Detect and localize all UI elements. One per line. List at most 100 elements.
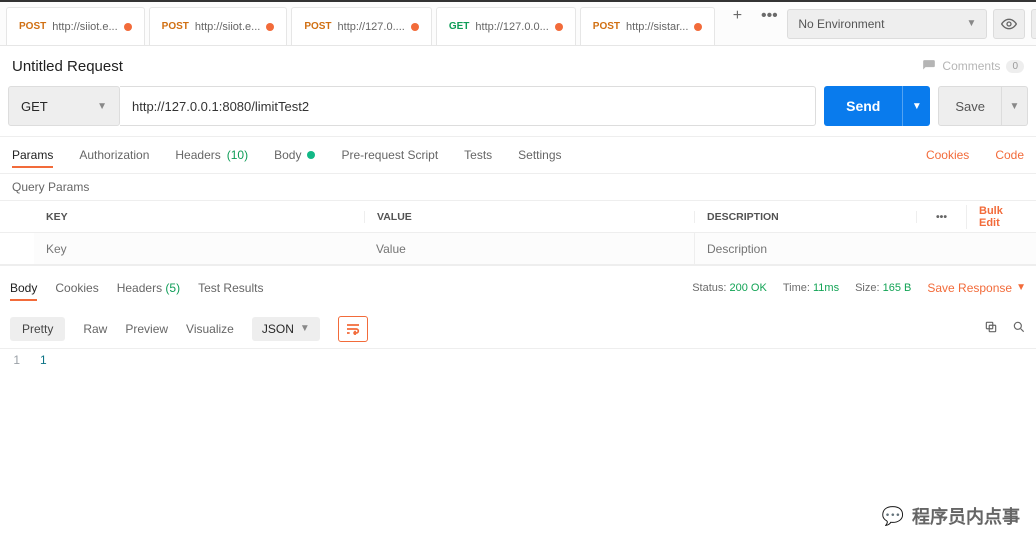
param-key-input[interactable]: [34, 233, 364, 264]
copy-icon: [984, 320, 998, 334]
body-label: Body: [274, 148, 301, 162]
environment-dropdown[interactable]: No Environment ▼: [787, 9, 987, 39]
tab-authorization[interactable]: Authorization: [79, 144, 149, 166]
method-label: POST: [162, 21, 189, 32]
view-visualize[interactable]: Visualize: [186, 322, 234, 336]
tab-body[interactable]: Body: [274, 144, 315, 166]
new-tab-button[interactable]: +: [723, 2, 751, 30]
body-indicator-icon: [307, 151, 315, 159]
resp-tab-body[interactable]: Body: [10, 277, 37, 299]
tab-headers[interactable]: Headers (10): [175, 144, 248, 166]
request-name[interactable]: Untitled Request: [12, 58, 123, 75]
tab-1[interactable]: POST http://siiot.e...: [149, 7, 288, 45]
tab-params[interactable]: Params: [12, 144, 53, 166]
tab-url: http://siiot.e...: [195, 21, 260, 33]
request-tabs: POST http://siiot.e... POST http://siiot…: [6, 2, 783, 45]
tab-overflow-button[interactable]: •••: [755, 2, 783, 30]
status-label: Status:: [692, 282, 726, 294]
view-preview[interactable]: Preview: [125, 322, 168, 336]
method-label: POST: [304, 21, 331, 32]
eye-icon: [1001, 16, 1017, 32]
copy-response-button[interactable]: [984, 320, 998, 337]
time-label: Time:: [783, 282, 810, 294]
format-dropdown[interactable]: JSON ▼: [252, 317, 320, 341]
view-raw[interactable]: Raw: [83, 322, 107, 336]
response-tabs: Body Cookies Headers (5) Test Results St…: [0, 265, 1036, 309]
response-body[interactable]: 11: [0, 349, 1036, 372]
params-more-button[interactable]: •••: [916, 211, 966, 223]
comments-count: 0: [1006, 60, 1024, 73]
params-header-row: KEY VALUE DESCRIPTION ••• Bulk Edit: [0, 201, 1036, 233]
cookies-link[interactable]: Cookies: [926, 148, 969, 162]
watermark-text: 程序员内点事: [912, 503, 1020, 529]
response-content: 1: [40, 353, 47, 367]
tab-2[interactable]: POST http://127.0....: [291, 7, 432, 45]
resp-headers-count: (5): [165, 281, 180, 295]
search-response-button[interactable]: [1012, 320, 1026, 337]
comments-button[interactable]: Comments 0: [922, 59, 1024, 73]
wrap-lines-button[interactable]: [338, 316, 368, 342]
chevron-down-icon: ▼: [1010, 101, 1020, 112]
wechat-icon: 💬: [882, 506, 904, 527]
tab-0[interactable]: POST http://siiot.e...: [6, 7, 145, 45]
tab-settings[interactable]: Settings: [518, 144, 561, 166]
dirty-dot-icon: [266, 23, 274, 31]
environment-controls: No Environment ▼: [783, 9, 1036, 39]
col-key: KEY: [34, 211, 364, 223]
resp-headers-label: Headers: [117, 281, 162, 295]
save-button[interactable]: Save: [938, 86, 1002, 126]
resp-tab-testresults[interactable]: Test Results: [198, 277, 263, 299]
settings-button[interactable]: [1031, 9, 1036, 39]
request-section-tabs: Params Authorization Headers (10) Body P…: [0, 136, 1036, 174]
method-label: GET: [449, 21, 470, 32]
format-label: JSON: [262, 322, 294, 336]
status-value: 200 OK: [730, 282, 767, 294]
code-link[interactable]: Code: [995, 148, 1024, 162]
dirty-dot-icon: [694, 23, 702, 31]
wrap-icon: [345, 323, 361, 335]
chevron-down-icon: ▼: [1016, 282, 1026, 293]
environment-label: No Environment: [798, 17, 884, 31]
col-value: VALUE: [364, 211, 694, 223]
chevron-down-icon: ▼: [97, 101, 107, 112]
send-dropdown[interactable]: ▼: [902, 86, 930, 126]
chevron-down-icon: ▼: [300, 323, 310, 334]
size-label: Size:: [855, 282, 879, 294]
method-selected: GET: [21, 99, 48, 114]
watermark: 💬 程序员内点事: [882, 503, 1020, 529]
comments-label: Comments: [942, 59, 1000, 73]
tab-3-active[interactable]: GET http://127.0.0...: [436, 7, 576, 45]
method-dropdown[interactable]: GET ▼: [8, 86, 120, 126]
query-params-title: Query Params: [0, 174, 1036, 201]
save-response-dropdown[interactable]: Save Response ▼: [927, 281, 1026, 295]
line-number: 1: [0, 353, 40, 367]
tab-prerequest[interactable]: Pre-request Script: [341, 144, 438, 166]
time-value: 11ms: [813, 282, 839, 294]
tab-url: http://127.0.0...: [475, 21, 548, 33]
request-builder-row: GET ▼ Send ▼ Save ▼: [0, 86, 1036, 136]
size-value: 165 B: [883, 282, 912, 294]
save-response-label: Save Response: [927, 281, 1012, 295]
resp-tab-cookies[interactable]: Cookies: [55, 277, 98, 299]
param-row-empty: [0, 233, 1036, 265]
bulk-edit-link[interactable]: Bulk Edit: [966, 205, 1036, 229]
view-pretty[interactable]: Pretty: [10, 317, 65, 341]
resp-tab-headers[interactable]: Headers (5): [117, 277, 180, 299]
param-desc-input[interactable]: [694, 233, 1036, 264]
top-bar: POST http://siiot.e... POST http://siiot…: [0, 2, 1036, 46]
save-dropdown[interactable]: ▼: [1002, 86, 1028, 126]
tab-4[interactable]: POST http://sistar...: [580, 7, 716, 45]
environment-preview-button[interactable]: [993, 9, 1025, 39]
param-value-input[interactable]: [364, 233, 694, 264]
tab-tests[interactable]: Tests: [464, 144, 492, 166]
comment-icon: [922, 59, 936, 73]
method-label: POST: [19, 21, 46, 32]
tab-url: http://siiot.e...: [52, 21, 117, 33]
dirty-dot-icon: [124, 23, 132, 31]
send-button[interactable]: Send: [824, 86, 902, 126]
response-view-row: Pretty Raw Preview Visualize JSON ▼: [0, 309, 1036, 349]
method-label: POST: [593, 21, 620, 32]
url-input[interactable]: [120, 86, 816, 126]
chevron-down-icon: ▼: [912, 101, 922, 112]
headers-count: (10): [227, 148, 248, 162]
